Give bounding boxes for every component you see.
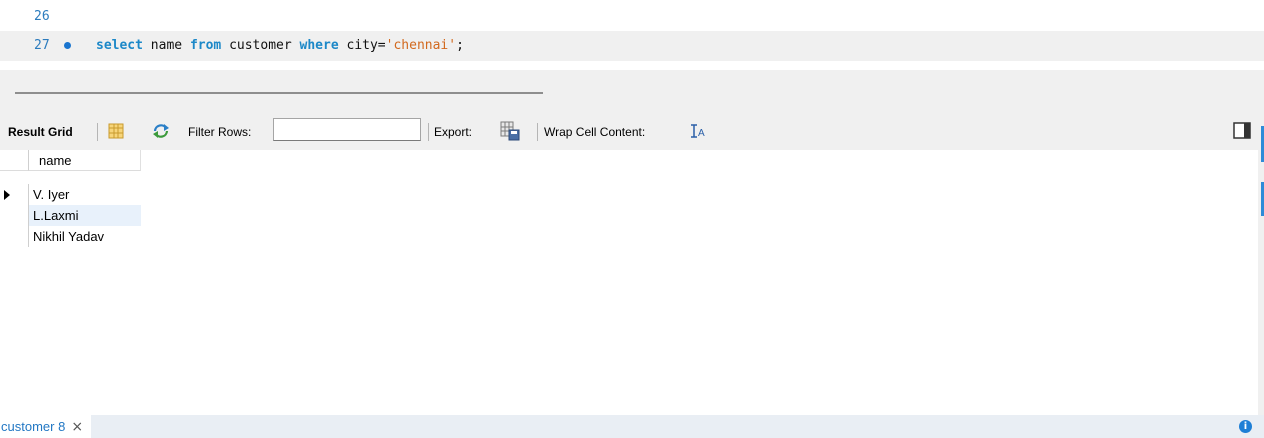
result-toolbar: Result Grid Filter Rows: Export: Wrap Ce…: [0, 118, 1264, 146]
toolbar-separator: [537, 123, 538, 141]
statement-marker-icon: [64, 42, 71, 49]
sql-text: city=: [338, 38, 386, 53]
table-row[interactable]: L.Laxmi: [0, 205, 141, 226]
sql-text: ;: [456, 38, 464, 53]
sql-statement[interactable]: select name from customer where city='ch…: [96, 38, 464, 53]
sql-keyword: select: [96, 38, 143, 53]
current-row-icon: [4, 190, 10, 200]
grid-cell[interactable]: V. Iyer: [29, 184, 141, 205]
result-tab-label[interactable]: customer 8: [1, 419, 65, 434]
info-icon[interactable]: i: [1239, 420, 1252, 433]
grid-cell[interactable]: Nikhil Yadav: [29, 226, 141, 247]
close-icon[interactable]: ×: [71, 419, 83, 435]
sql-string: 'chennai': [385, 38, 457, 53]
grid-header-row: name: [0, 150, 141, 171]
sql-keyword: from: [189, 38, 222, 53]
row-indicator[interactable]: [0, 184, 29, 205]
export-icon[interactable]: [500, 121, 520, 144]
result-tab[interactable]: customer 8 ×: [0, 415, 92, 438]
grid-cell[interactable]: L.Laxmi: [29, 205, 141, 226]
toolbar-separator: [428, 123, 429, 141]
sql-text: name: [142, 38, 190, 53]
result-grid-area[interactable]: [0, 150, 1258, 415]
filter-rows-label: Filter Rows:: [188, 125, 252, 139]
table-row[interactable]: Nikhil Yadav: [0, 226, 141, 247]
svg-text:A: A: [698, 128, 705, 138]
sql-keyword: where: [299, 38, 339, 53]
panel-splitter[interactable]: [15, 92, 543, 94]
row-indicator[interactable]: [0, 226, 29, 247]
row-indicator-header: [0, 150, 29, 171]
result-tab-bar: customer 8 × i: [0, 415, 1264, 438]
row-indicator[interactable]: [0, 205, 29, 226]
wrap-cell-content-label: Wrap Cell Content:: [544, 125, 646, 139]
toolbar-separator: [97, 123, 98, 141]
line-number: 26: [34, 9, 50, 24]
code-line[interactable]: 26: [0, 2, 1264, 32]
table-row[interactable]: V. Iyer: [0, 184, 141, 205]
refresh-icon[interactable]: [152, 123, 170, 142]
sql-text: customer: [221, 38, 300, 53]
panel-toggle-icon[interactable]: [1233, 122, 1251, 143]
grid-layout-icon[interactable]: [108, 123, 124, 142]
wrap-cell-icon[interactable]: A: [690, 124, 706, 141]
sql-editor[interactable]: 26 27 select name from customer where ci…: [0, 0, 1264, 70]
code-line-current[interactable]: 27 select name from customer where city=…: [0, 31, 1264, 61]
filter-rows-input[interactable]: [273, 118, 421, 141]
line-number: 27: [34, 38, 50, 53]
column-header-name[interactable]: name: [29, 150, 141, 171]
result-grid-label[interactable]: Result Grid: [8, 125, 73, 139]
export-label: Export:: [434, 125, 473, 139]
